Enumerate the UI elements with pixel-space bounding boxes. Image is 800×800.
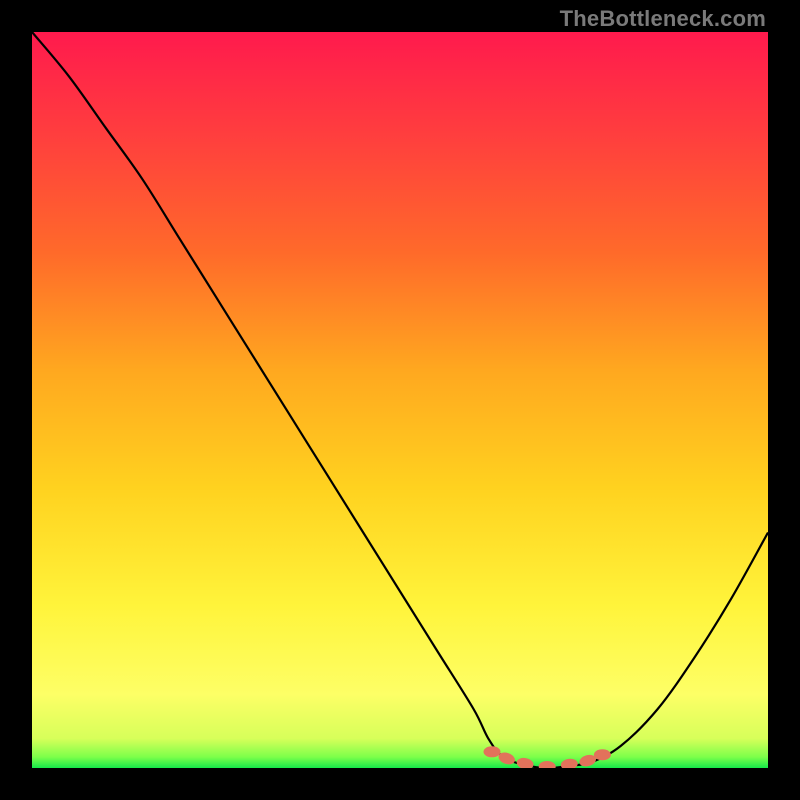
optimal-marker: [594, 749, 611, 760]
optimal-marker: [484, 746, 501, 757]
gradient-background: [32, 32, 768, 768]
chart-frame: [32, 32, 768, 768]
bottleneck-chart: [32, 32, 768, 768]
watermark-text: TheBottleneck.com: [560, 6, 766, 32]
